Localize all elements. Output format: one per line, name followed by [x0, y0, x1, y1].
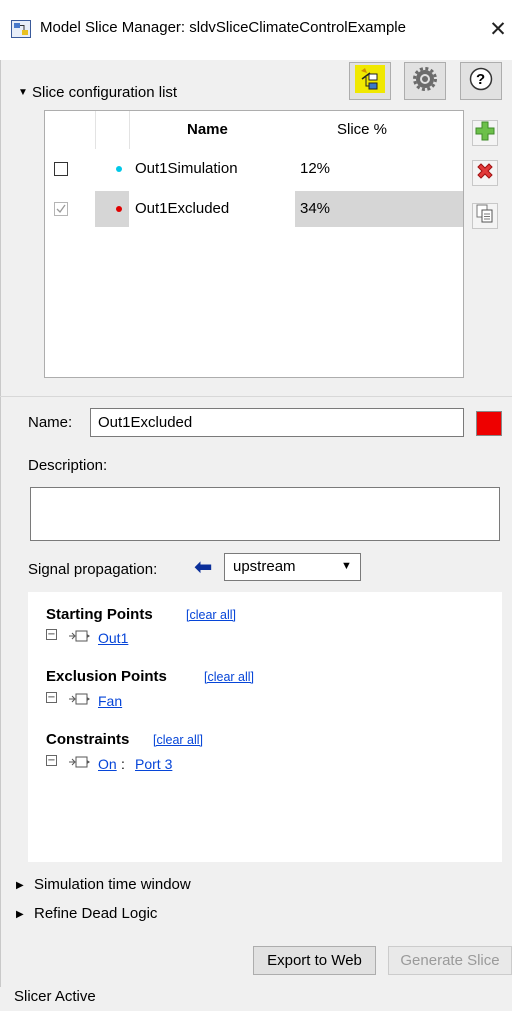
copy-slice-button[interactable]: [472, 203, 498, 229]
slice-list-title: Slice configuration list: [32, 84, 178, 101]
propagation-value: upstream: [233, 558, 296, 575]
description-input[interactable]: [30, 487, 500, 541]
outport-icon: [69, 756, 90, 768]
column-divider: [95, 111, 96, 149]
app-icon: [11, 20, 31, 38]
copy-icon: [476, 204, 494, 228]
slice-color-dot: [116, 166, 122, 172]
expand-triangle-icon[interactable]: ▶: [16, 880, 24, 891]
refine-dead-logic-section[interactable]: Refine Dead Logic: [34, 905, 157, 922]
help-glyph: ?: [476, 71, 486, 88]
outport-icon: [69, 630, 90, 642]
clear-exclusion-link[interactable]: [clear all]: [204, 670, 254, 684]
signal-propagation-label: Signal propagation:: [28, 561, 158, 578]
collapse-icon[interactable]: −: [46, 692, 57, 703]
delete-slice-button[interactable]: [472, 160, 498, 186]
highlight-slice-icon: [355, 65, 385, 97]
column-header-slice-pct[interactable]: Slice %: [337, 111, 387, 149]
expand-triangle-icon[interactable]: ▶: [16, 909, 24, 920]
constraint-separator: :: [121, 756, 125, 772]
column-divider: [129, 111, 130, 149]
close-button[interactable]: ✕: [486, 14, 510, 44]
outport-icon: [69, 693, 90, 705]
simulation-time-window-section[interactable]: Simulation time window: [34, 876, 191, 893]
exclusion-points-title: Exclusion Points: [46, 668, 167, 685]
collapse-icon[interactable]: −: [46, 629, 57, 640]
gear-icon: [413, 67, 437, 95]
highlight-slice-button[interactable]: [349, 62, 391, 100]
help-button[interactable]: ?: [460, 62, 502, 100]
exclusion-point-link[interactable]: Fan: [98, 693, 122, 709]
row-name: Out1Simulation: [135, 160, 238, 177]
chevron-down-icon: ▼: [341, 560, 352, 572]
row-highlight: [95, 191, 129, 227]
row-checkbox[interactable]: [54, 202, 68, 216]
row-name: Out1Excluded: [135, 200, 230, 217]
add-slice-button[interactable]: [472, 120, 498, 146]
slice-table: Name Slice % Out1Simulation 12% Out1Excl…: [44, 110, 464, 378]
constraint-port-link[interactable]: Port 3: [135, 756, 172, 772]
starting-point-link[interactable]: Out1: [98, 630, 128, 646]
name-input[interactable]: Out1Excluded: [90, 408, 464, 437]
constraints-title: Constraints: [46, 731, 130, 748]
clear-constraints-link[interactable]: [clear all]: [153, 733, 203, 747]
propagation-dropdown[interactable]: upstream ▼: [224, 553, 361, 581]
slice-color-dot: [116, 206, 122, 212]
points-panel: Starting Points [clear all] − Out1 Exclu…: [28, 592, 502, 862]
slice-color-button[interactable]: [476, 411, 502, 436]
row-checkbox[interactable]: [54, 162, 68, 176]
generate-slice-button[interactable]: Generate Slice: [388, 946, 512, 975]
settings-button[interactable]: [404, 62, 446, 100]
add-icon: [475, 121, 495, 145]
tree-row: − On : Port 3: [46, 752, 246, 772]
row-pct: 12%: [300, 160, 331, 177]
constraint-block-link[interactable]: On: [98, 756, 117, 772]
status-text: Slicer Active: [14, 988, 96, 1005]
collapse-icon[interactable]: −: [46, 755, 57, 766]
name-label: Name:: [28, 414, 73, 431]
arrow-left-icon: ⬅: [194, 555, 213, 580]
clear-starting-link[interactable]: [clear all]: [186, 608, 236, 622]
window-title: Model Slice Manager: sldvSliceClimateCon…: [40, 19, 406, 36]
table-row[interactable]: Out1Simulation 12%: [45, 151, 463, 187]
starting-points-title: Starting Points: [46, 606, 153, 623]
description-label: Description:: [28, 457, 108, 474]
table-row[interactable]: Out1Excluded 34%: [45, 191, 463, 227]
export-to-web-button[interactable]: Export to Web: [253, 946, 376, 975]
row-pct: 34%: [300, 200, 331, 217]
collapse-triangle-icon[interactable]: ▼: [18, 87, 28, 98]
pane-divider[interactable]: [0, 396, 512, 397]
delete-icon: [475, 161, 495, 185]
column-header-name[interactable]: Name: [187, 111, 228, 149]
window-border: [0, 60, 1, 987]
